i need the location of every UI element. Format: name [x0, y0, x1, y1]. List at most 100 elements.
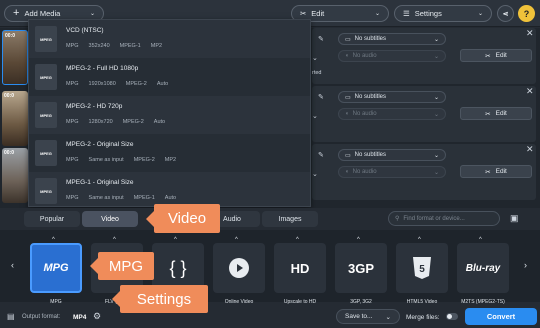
chevron-down-icon: ⌄	[374, 11, 380, 17]
video-thumbnail[interactable]: 00:0	[2, 30, 28, 85]
tab-popular[interactable]: Popular	[24, 211, 80, 227]
edit-label: Edit	[311, 9, 325, 18]
format-tabs-bar: Popular Video Audio Images ⚲ Find format…	[0, 208, 540, 230]
save-to-label: Save to...	[345, 313, 373, 320]
subtitles-select[interactable]: ▭ No subtitles ⌄	[338, 91, 446, 103]
subtitles-value: No subtitles	[354, 152, 387, 158]
format-details: MPG 1280x720 MPEG-2 Auto	[66, 119, 165, 125]
format-codec: MPEG-1	[119, 43, 141, 49]
chevron-down-icon: ⌄	[433, 152, 439, 159]
preset-3gp[interactable]: ^ 3GP 3GP, 3G2	[335, 237, 387, 305]
format-container: MPG	[66, 81, 79, 87]
arrow-right-icon[interactable]: ›	[524, 260, 527, 270]
audio-select[interactable]: ◖ No audio ⌄	[338, 166, 446, 178]
arrow-left-icon[interactable]: ‹	[11, 260, 14, 270]
hd-icon: HD	[274, 243, 326, 293]
convert-button[interactable]: Convert	[465, 308, 537, 325]
merge-files-toggle[interactable]	[446, 313, 458, 320]
help-label: ?	[523, 8, 530, 19]
format-preset-item[interactable]: MPEG MPEG-2 - Original Size MPG Same as i…	[29, 134, 310, 172]
gear-icon[interactable]: ⚙	[93, 311, 101, 322]
mpg-file-icon: MPEG	[35, 64, 57, 90]
format-resolution: Same as input	[88, 195, 124, 201]
format-preset-item[interactable]: MPEG MPEG-1 - Original Size MPG Same as i…	[29, 172, 310, 206]
chevron-down-icon: ⌄	[433, 53, 439, 60]
format-resolution: 352x240	[88, 43, 110, 49]
preset-label: Online Video	[224, 299, 254, 305]
preset-mpg[interactable]: ^ MPG MPG	[30, 237, 82, 305]
audio-icon: ◖	[345, 53, 349, 59]
preset-json[interactable]: ^ { }	[152, 237, 204, 293]
close-icon[interactable]: ✕	[526, 86, 534, 97]
search-icon: ⚲	[395, 216, 400, 222]
tab-images[interactable]: Images	[262, 211, 318, 227]
pencil-icon[interactable]: ✎	[318, 93, 324, 101]
edit-file-button[interactable]: ✂ Edit	[460, 107, 532, 120]
audio-icon: ◖	[345, 169, 349, 175]
format-search-input[interactable]: ⚲ Find format or device...	[388, 211, 500, 226]
callout-label: Settings	[136, 290, 192, 308]
edit-file-button[interactable]: ✂ Edit	[460, 165, 532, 178]
format-details: MPG 1920x1080 MPEG-2 Auto	[66, 81, 168, 87]
chevron-down-icon: ⌄	[89, 11, 95, 17]
device-detect-icon[interactable]: ▣	[510, 213, 519, 224]
audio-select[interactable]: ◖ No audio ⌄	[338, 108, 446, 120]
format-preset-item[interactable]: MPEG VCD (NTSC) MPG 352x240 MPEG-1 MP2	[29, 20, 310, 58]
format-preset-item[interactable]: MPEG MPEG-2 - HD 720p MPG 1280x720 MPEG-2 A…	[29, 96, 310, 134]
video-thumbnail[interactable]: 00:0	[2, 91, 28, 146]
format-preset-list: MPEG VCD (NTSC) MPG 352x240 MPEG-1 MP2 MPEG…	[28, 19, 311, 207]
format-title: MPEG-2 - Full HD 1080p	[66, 65, 139, 72]
mpg-file-icon: MPEG	[35, 102, 57, 128]
edit-file-label: Edit	[495, 168, 507, 175]
video-thumbnail[interactable]: 00:0	[2, 148, 28, 203]
preset-html5[interactable]: ^ 5 HTML5 Video	[396, 237, 448, 305]
scissors-icon: ✂	[300, 9, 307, 18]
subtitles-select[interactable]: ▭ No subtitles ⌄	[338, 149, 446, 161]
mpg-callout: MPG	[90, 252, 154, 280]
settings-callout: Settings	[112, 285, 208, 313]
save-to-button[interactable]: Save to... ⌄	[336, 309, 400, 324]
chevron-down-icon[interactable]: ⌄	[312, 170, 318, 178]
audio-value: No audio	[352, 169, 377, 175]
preset-label: HTML5 Video	[406, 299, 438, 305]
share-button[interactable]: ⋖	[497, 5, 514, 22]
add-media-label: Add Media	[24, 9, 61, 18]
audio-select[interactable]: ◖ No audio ⌄	[338, 50, 446, 62]
help-button[interactable]: ?	[518, 5, 535, 22]
format-resolution: 1280x720	[88, 119, 113, 125]
speech-bubble-icon: ▭	[345, 36, 351, 43]
pencil-icon[interactable]: ✎	[318, 151, 324, 159]
chevron-down-icon: ⌄	[385, 313, 391, 321]
preset-upscale-hd[interactable]: ^ HD Upscale to HD	[274, 237, 326, 305]
format-container: MPG	[66, 43, 79, 49]
status-text: rted	[312, 70, 322, 76]
tab-video[interactable]: Video	[82, 211, 138, 227]
bottom-bar: ▤ Output format: MP4 ⚙ Save to... ⌄ Merg…	[0, 306, 540, 328]
scissors-icon: ✂	[485, 52, 491, 60]
scissors-icon: ✂	[485, 110, 491, 118]
settings-label: Settings	[414, 9, 442, 18]
format-codec: MPEG-1	[133, 195, 155, 201]
format-preset-item[interactable]: MPEG MPEG-2 - Full HD 1080p MPG 1920x1080…	[29, 58, 310, 96]
close-icon[interactable]: ✕	[526, 28, 534, 39]
format-audio: MP2	[150, 43, 163, 49]
output-format-value: MP4	[73, 314, 87, 321]
3gp-icon: 3GP	[335, 243, 387, 293]
preset-online-video[interactable]: ^ Online Video	[213, 237, 265, 305]
pencil-icon[interactable]: ✎	[318, 35, 324, 43]
html5-icon: 5	[396, 243, 448, 293]
edit-file-label: Edit	[495, 52, 507, 59]
format-audio: MP2	[164, 157, 177, 163]
tab-label: Video	[101, 215, 119, 223]
preset-m2ts[interactable]: ^ Blu-ray M2TS (MPEG2-TS)	[457, 237, 509, 305]
format-title: MPEG-2 - HD 720p	[66, 103, 123, 110]
subtitles-select[interactable]: ▭ No subtitles ⌄	[338, 33, 446, 45]
close-icon[interactable]: ✕	[526, 144, 534, 155]
chevron-down-icon[interactable]: ⌄	[312, 54, 318, 62]
share-icon: ⋖	[502, 10, 509, 18]
chevron-down-icon: ⌄	[477, 11, 483, 17]
settings-button[interactable]: ☰ Settings ⌄	[394, 5, 492, 22]
chevron-down-icon[interactable]: ⌄	[312, 112, 318, 120]
edit-file-button[interactable]: ✂ Edit	[460, 49, 532, 62]
thumbnail-time: 00:0	[4, 150, 15, 156]
